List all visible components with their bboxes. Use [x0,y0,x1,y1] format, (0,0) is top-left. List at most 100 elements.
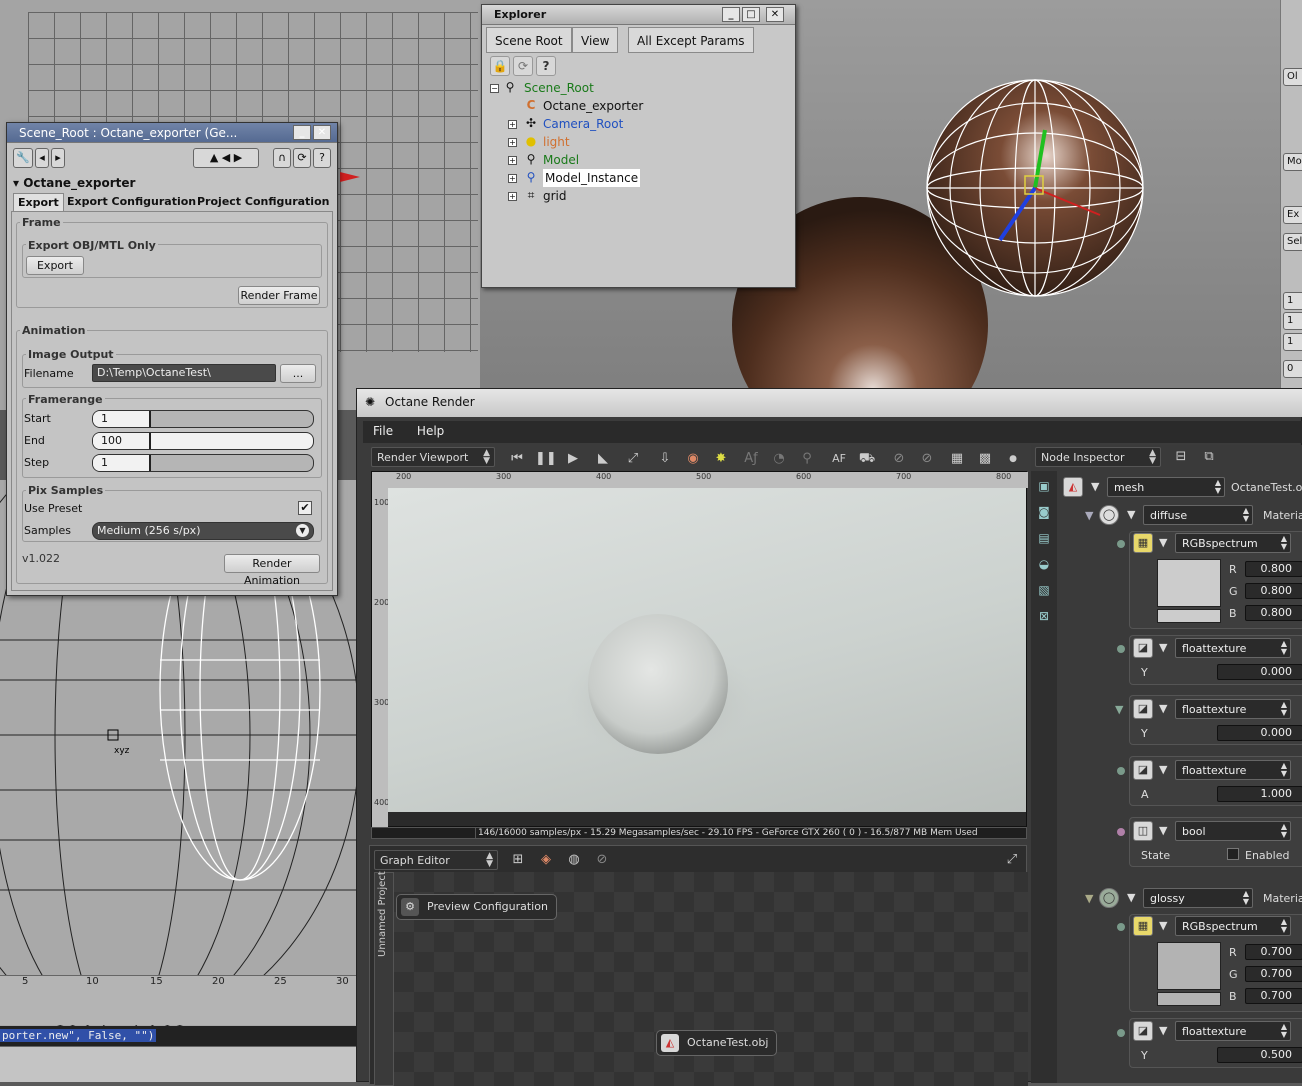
tree-item-camera-root[interactable]: + ✣ Camera_Root [490,115,790,133]
close-icon[interactable]: ✕ [313,125,331,140]
expand-toggle-icon[interactable]: ▼ [1159,1024,1167,1037]
play-icon[interactable]: ▶ [563,449,583,469]
refresh-icon[interactable]: ⟳ [513,56,533,76]
render-viewport[interactable]: 200 300 400 500 600 700 800 100 200 300 … [371,471,1028,828]
rgb2-r-field[interactable]: 0.700 [1245,944,1302,960]
rgb1-dropdown[interactable]: RGBspectrum ▲ ▼ [1175,533,1291,553]
image-icon[interactable]: ▣ [1035,477,1053,495]
help-icon[interactable]: ? [536,56,556,76]
right-toolbar-field[interactable]: 0 [1283,360,1302,378]
pin-dot[interactable] [1117,767,1125,775]
tab-export-configuration[interactable]: Export Configuration [63,193,200,211]
wrench-icon[interactable]: 🔧 [13,148,33,168]
camera-icon[interactable]: ◙ [1035,503,1053,521]
expand-toggle-icon[interactable]: ▼ [1127,508,1135,521]
pin-dot[interactable] [1117,923,1125,931]
clay-mode-icon[interactable]: ⛟ [857,449,877,469]
help-icon[interactable]: ? [313,148,331,168]
node-inspector-dropdown[interactable]: Node Inspector ▲ ▼ [1035,447,1161,467]
enabled-checkbox[interactable] [1227,848,1239,860]
right-toolbar-field[interactable]: 1 [1283,333,1302,351]
fullscreen-icon[interactable]: ⤢ [1002,850,1022,870]
rgb2-g-field[interactable]: 0.700 [1245,966,1302,982]
autofocus-icon[interactable]: Aƒ [741,449,761,469]
imager-icon[interactable]: ▤ [1035,529,1053,547]
float2-dropdown[interactable]: floattexture ▲ ▼ [1175,699,1291,719]
right-toolbar-button[interactable]: Mo [1283,153,1302,171]
expand-toggle-icon[interactable]: ▼ [1127,891,1135,904]
object-header[interactable]: ▾ Octane_exporter [13,176,135,190]
pin-dot[interactable] [1117,828,1125,836]
bool-dropdown[interactable]: bool ▲ ▼ [1175,821,1291,841]
lock-icon[interactable]: ∩ [273,148,291,168]
rgb1-g-field[interactable]: 0.800 [1245,583,1302,599]
mesh-dropdown[interactable]: mesh ▲ ▼ [1107,477,1225,497]
picture-icon[interactable]: ▧ [1035,581,1053,599]
float1-dropdown[interactable]: floattexture ▲ ▼ [1175,638,1291,658]
rgb2-b-field[interactable]: 0.700 [1245,988,1302,1004]
pin-dot[interactable] [1117,645,1125,653]
end-slider[interactable]: 100 [92,432,314,450]
ppg-titlebar[interactable]: Scene_Root : Octane_exporter (Ge... _ ✕ [7,123,337,143]
float4-dropdown[interactable]: floattexture ▲ ▼ [1175,1021,1291,1041]
right-toolbar-button[interactable]: Sel [1283,233,1302,251]
end-value[interactable]: 100 [93,433,151,449]
zoom-icon[interactable]: ⚲ [797,449,817,469]
kernel-icon[interactable]: ⊠ [1035,607,1053,625]
octane-titlebar[interactable]: ✺ Octane Render [357,389,1302,417]
right-toolbar-button[interactable]: Ol [1283,68,1302,86]
step-value[interactable]: 1 [93,455,151,471]
expand-toggle-icon[interactable]: ▼ [1159,536,1167,549]
scene-root-menu[interactable]: Scene Root [486,27,572,53]
tree-item-model[interactable]: + ⚲ Model [490,151,790,169]
add-texture-icon[interactable]: ◍ [564,850,584,870]
tree-item-grid[interactable]: + ⌗ grid [490,187,790,205]
menu-file[interactable]: File [363,421,403,441]
start-value[interactable]: 1 [93,411,151,427]
right-toolbar-field[interactable]: 1 [1283,312,1302,330]
menu-help[interactable]: Help [407,421,454,441]
tree-item-light[interactable]: + ● light [490,133,790,151]
environment-icon[interactable]: ◒ [1035,555,1053,573]
tab-export[interactable]: Export [13,193,64,211]
lock-icon[interactable]: ⊘ [889,449,909,469]
add-node-icon[interactable]: ⊞ [508,850,528,870]
settings-dot-icon[interactable]: ● [1003,449,1023,469]
pause-icon[interactable]: ❚❚ [535,449,557,469]
minimize-icon[interactable]: _ [293,125,311,140]
maximize-icon[interactable]: □ [742,7,760,22]
lock-icon[interactable]: 🔒 [490,56,510,76]
region-icon[interactable]: ▦ [947,449,967,469]
export-button[interactable]: Export [26,256,84,275]
pin-dot[interactable] [1117,1029,1125,1037]
graph-editor-dropdown[interactable]: Graph Editor ▲ ▼ [374,850,498,870]
tree-item-scene-root[interactable]: − ⚲ Scene_Root [490,79,790,97]
expand-toggle-icon[interactable]: ▼ [1091,480,1099,493]
delete-node-icon[interactable]: ⊘ [592,850,612,870]
preview-configuration-node[interactable]: ⚙ Preview Configuration [396,894,557,920]
rgb2-swatch[interactable] [1157,942,1221,990]
step-slider[interactable]: 1 [92,454,314,472]
filter-menu[interactable]: All Except Params [628,27,754,53]
next-icon[interactable]: ▸ [51,148,65,168]
explorer-titlebar[interactable]: Explorer _ □ ✕ [482,5,795,25]
prev-icon[interactable]: ◂ [35,148,49,168]
expand-toggle-icon[interactable]: ▼ [1159,641,1167,654]
rgb1-b-field[interactable]: 0.800 [1245,605,1302,621]
diffuse-dropdown[interactable]: diffuse ▲ ▼ [1143,505,1253,525]
add-material-icon[interactable]: ◈ [536,850,556,870]
expand-toggle-icon[interactable]: ▼ [1159,824,1167,837]
refresh-icon[interactable]: ⟳ [293,148,311,168]
pin-dot[interactable] [1117,540,1125,548]
close-icon[interactable]: ✕ [766,7,784,22]
af-button[interactable]: AF [829,449,849,469]
start-slider[interactable]: 1 [92,410,314,428]
samples-dropdown[interactable]: Medium (256 s/px) ▼ [92,522,314,540]
render-frame-button[interactable]: Render Frame [238,286,320,305]
import-icon[interactable]: ⇩ [655,449,675,469]
right-toolbar-button[interactable]: Ex [1283,206,1302,224]
alpha-icon[interactable]: ▩ [975,449,995,469]
glossy-dropdown[interactable]: glossy ▲ ▼ [1143,888,1253,908]
script-command-line[interactable]: porter.new", False, "") [0,1026,358,1046]
view-menu[interactable]: View [572,27,619,53]
